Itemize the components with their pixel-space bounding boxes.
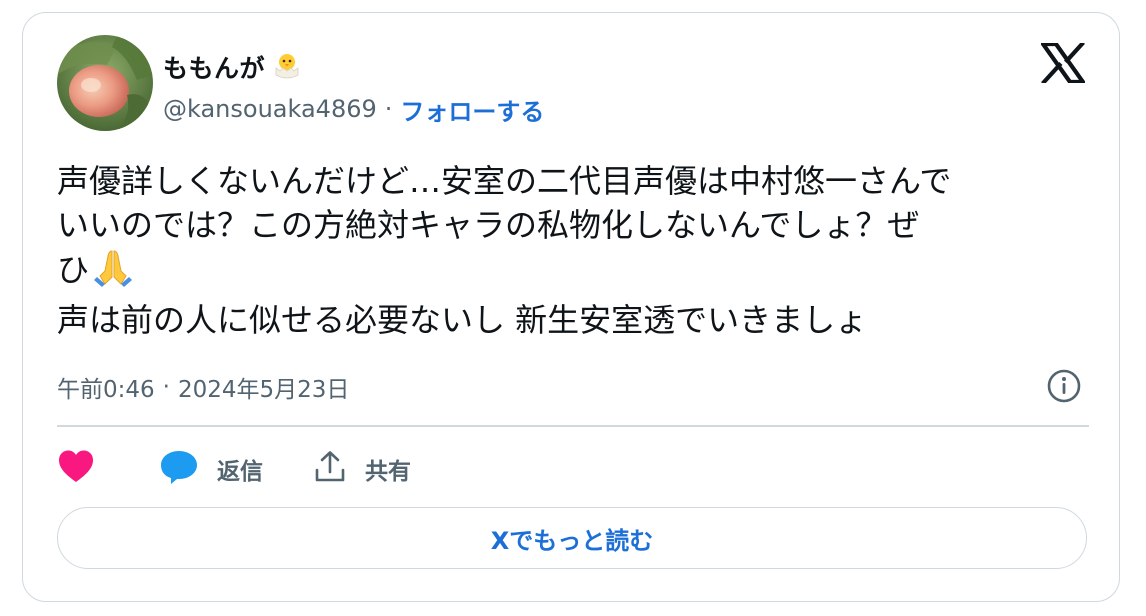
x-logo-icon[interactable]: [1038, 41, 1088, 85]
divider: [57, 425, 1089, 427]
tweet-date: 2024年5月23日: [177, 377, 350, 403]
tweet-line-3: ひ: [57, 247, 1087, 298]
tweet-line-2: いいのでは？この方絶対キャラの私物化しないんでしょ？ぜ: [57, 206, 920, 244]
share-icon: [313, 450, 347, 488]
timestamp-separator: ·: [162, 374, 170, 400]
avatar[interactable]: [57, 35, 153, 131]
hatching-chick-icon: [271, 49, 303, 85]
embedded-tweet-card: ももんが @kansouaka4869 · フォローする 声優詳しくないんだけど…: [22, 12, 1120, 602]
handle-separator: ·: [384, 95, 393, 123]
author-handle[interactable]: @kansouaka4869: [163, 95, 377, 123]
tweet-time: 午前0:46: [57, 377, 155, 403]
folded-hands-icon: [93, 247, 133, 298]
tweet-line-1: 声優詳しくないんだけど…安室の二代目声優は中村悠一さんで: [57, 162, 952, 200]
follow-link[interactable]: フォローする: [400, 92, 544, 127]
share-label: 共有: [365, 459, 411, 485]
tweet-text: 声優詳しくないんだけど…安室の二代目声優は中村悠一さんで いいのでは？この方絶対…: [57, 159, 1087, 342]
like-button[interactable]: [57, 449, 95, 489]
info-icon[interactable]: [1045, 367, 1083, 405]
tweet-line-3-text: ひ: [57, 251, 90, 289]
heart-icon: [57, 449, 95, 489]
author-display-name[interactable]: ももんが: [163, 49, 265, 85]
reply-button[interactable]: 返信: [159, 449, 263, 489]
action-bar: 返信 共有: [57, 447, 411, 491]
tweet-line-4: 声は前の人に似せる必要ないし 新生安室透でいきましょ: [57, 301, 868, 339]
read-more-button[interactable]: Xでもっと読む: [57, 507, 1087, 569]
speech-bubble-icon: [159, 449, 199, 489]
timestamp[interactable]: 午前0:46 · 2024年5月23日: [57, 369, 349, 405]
author-handle-row: @kansouaka4869 · フォローする: [163, 91, 544, 127]
author-name-row[interactable]: ももんが: [163, 47, 303, 87]
reply-label: 返信: [217, 459, 263, 485]
share-button[interactable]: 共有: [313, 450, 411, 488]
peach-avatar-image: [57, 35, 153, 131]
